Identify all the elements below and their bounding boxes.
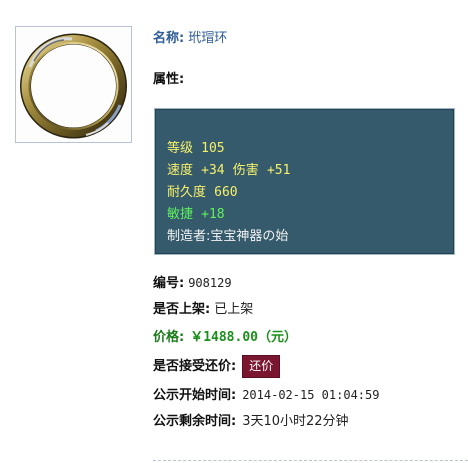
item-image (15, 26, 132, 143)
listed-row: 是否上架: 已上架 (153, 301, 253, 319)
attr-level-value: 105 (201, 141, 225, 156)
attr-speed-damage: 速度 +34 伤害 +51 (167, 162, 290, 179)
item-name-label: 名称: (153, 31, 185, 46)
attr-agility-label: 敏捷 (167, 207, 194, 222)
listed-label: 是否上架: (153, 302, 211, 317)
attr-agility-value: +18 (201, 207, 225, 222)
remaining-time-value: 3天10小时22分钟 (242, 414, 349, 429)
attributes-row: 属性: (153, 71, 184, 89)
price-value: ￥1488.00（元） (190, 330, 297, 345)
listed-value: 已上架 (214, 302, 254, 317)
attr-speed-value: +34 (201, 163, 225, 178)
serial-value: 908129 (188, 276, 232, 290)
attr-level: 等级 105 (167, 140, 225, 157)
price-label: 价格: (153, 330, 185, 345)
attr-damage-value: +51 (266, 163, 291, 178)
ring-icon (20, 33, 127, 139)
serial-row: 编号: 908129 (153, 274, 232, 293)
attr-level-label: 等级 (167, 141, 194, 156)
attr-maker: 制造者:宝宝神器の始 (167, 228, 288, 245)
divider (153, 460, 468, 461)
attr-durability-value: 660 (214, 185, 238, 200)
start-time-value: 2014-02-15 01:04:59 (242, 388, 380, 402)
attributes-label: 属性: (153, 72, 185, 87)
start-time-label: 公示开始时间: (153, 388, 237, 403)
start-time-row: 公示开始时间: 2014-02-15 01:04:59 (153, 386, 379, 405)
attributes-panel: 等级 105 速度 +34 伤害 +51 耐久度 660 敏捷 +18 制造者:… (154, 108, 455, 255)
item-name-row: 名称: 玳瑁环 (153, 30, 227, 48)
counter-offer-label: 是否接受还价: (153, 359, 237, 374)
counter-offer-button[interactable]: 还价 (242, 355, 281, 378)
remaining-time-row: 公示剩余时间: 3天10小时22分钟 (153, 413, 349, 431)
attr-speed-label: 速度 (167, 163, 194, 178)
serial-label: 编号: (153, 276, 185, 291)
attr-maker-value: 宝宝神器の始 (210, 229, 289, 244)
attr-damage-label: 伤害 (232, 163, 259, 178)
attr-agility: 敏捷 +18 (167, 206, 225, 223)
counter-offer-row: 是否接受还价: 还价 (153, 355, 281, 378)
remaining-time-label: 公示剩余时间: (153, 414, 237, 429)
price-row: 价格: ￥1488.00（元） (153, 329, 297, 347)
item-name-value: 玳瑁环 (188, 31, 228, 46)
attr-maker-label: 制造者: (167, 229, 211, 244)
attr-durability-label: 耐久度 (167, 185, 207, 200)
attr-durability: 耐久度 660 (167, 184, 238, 201)
